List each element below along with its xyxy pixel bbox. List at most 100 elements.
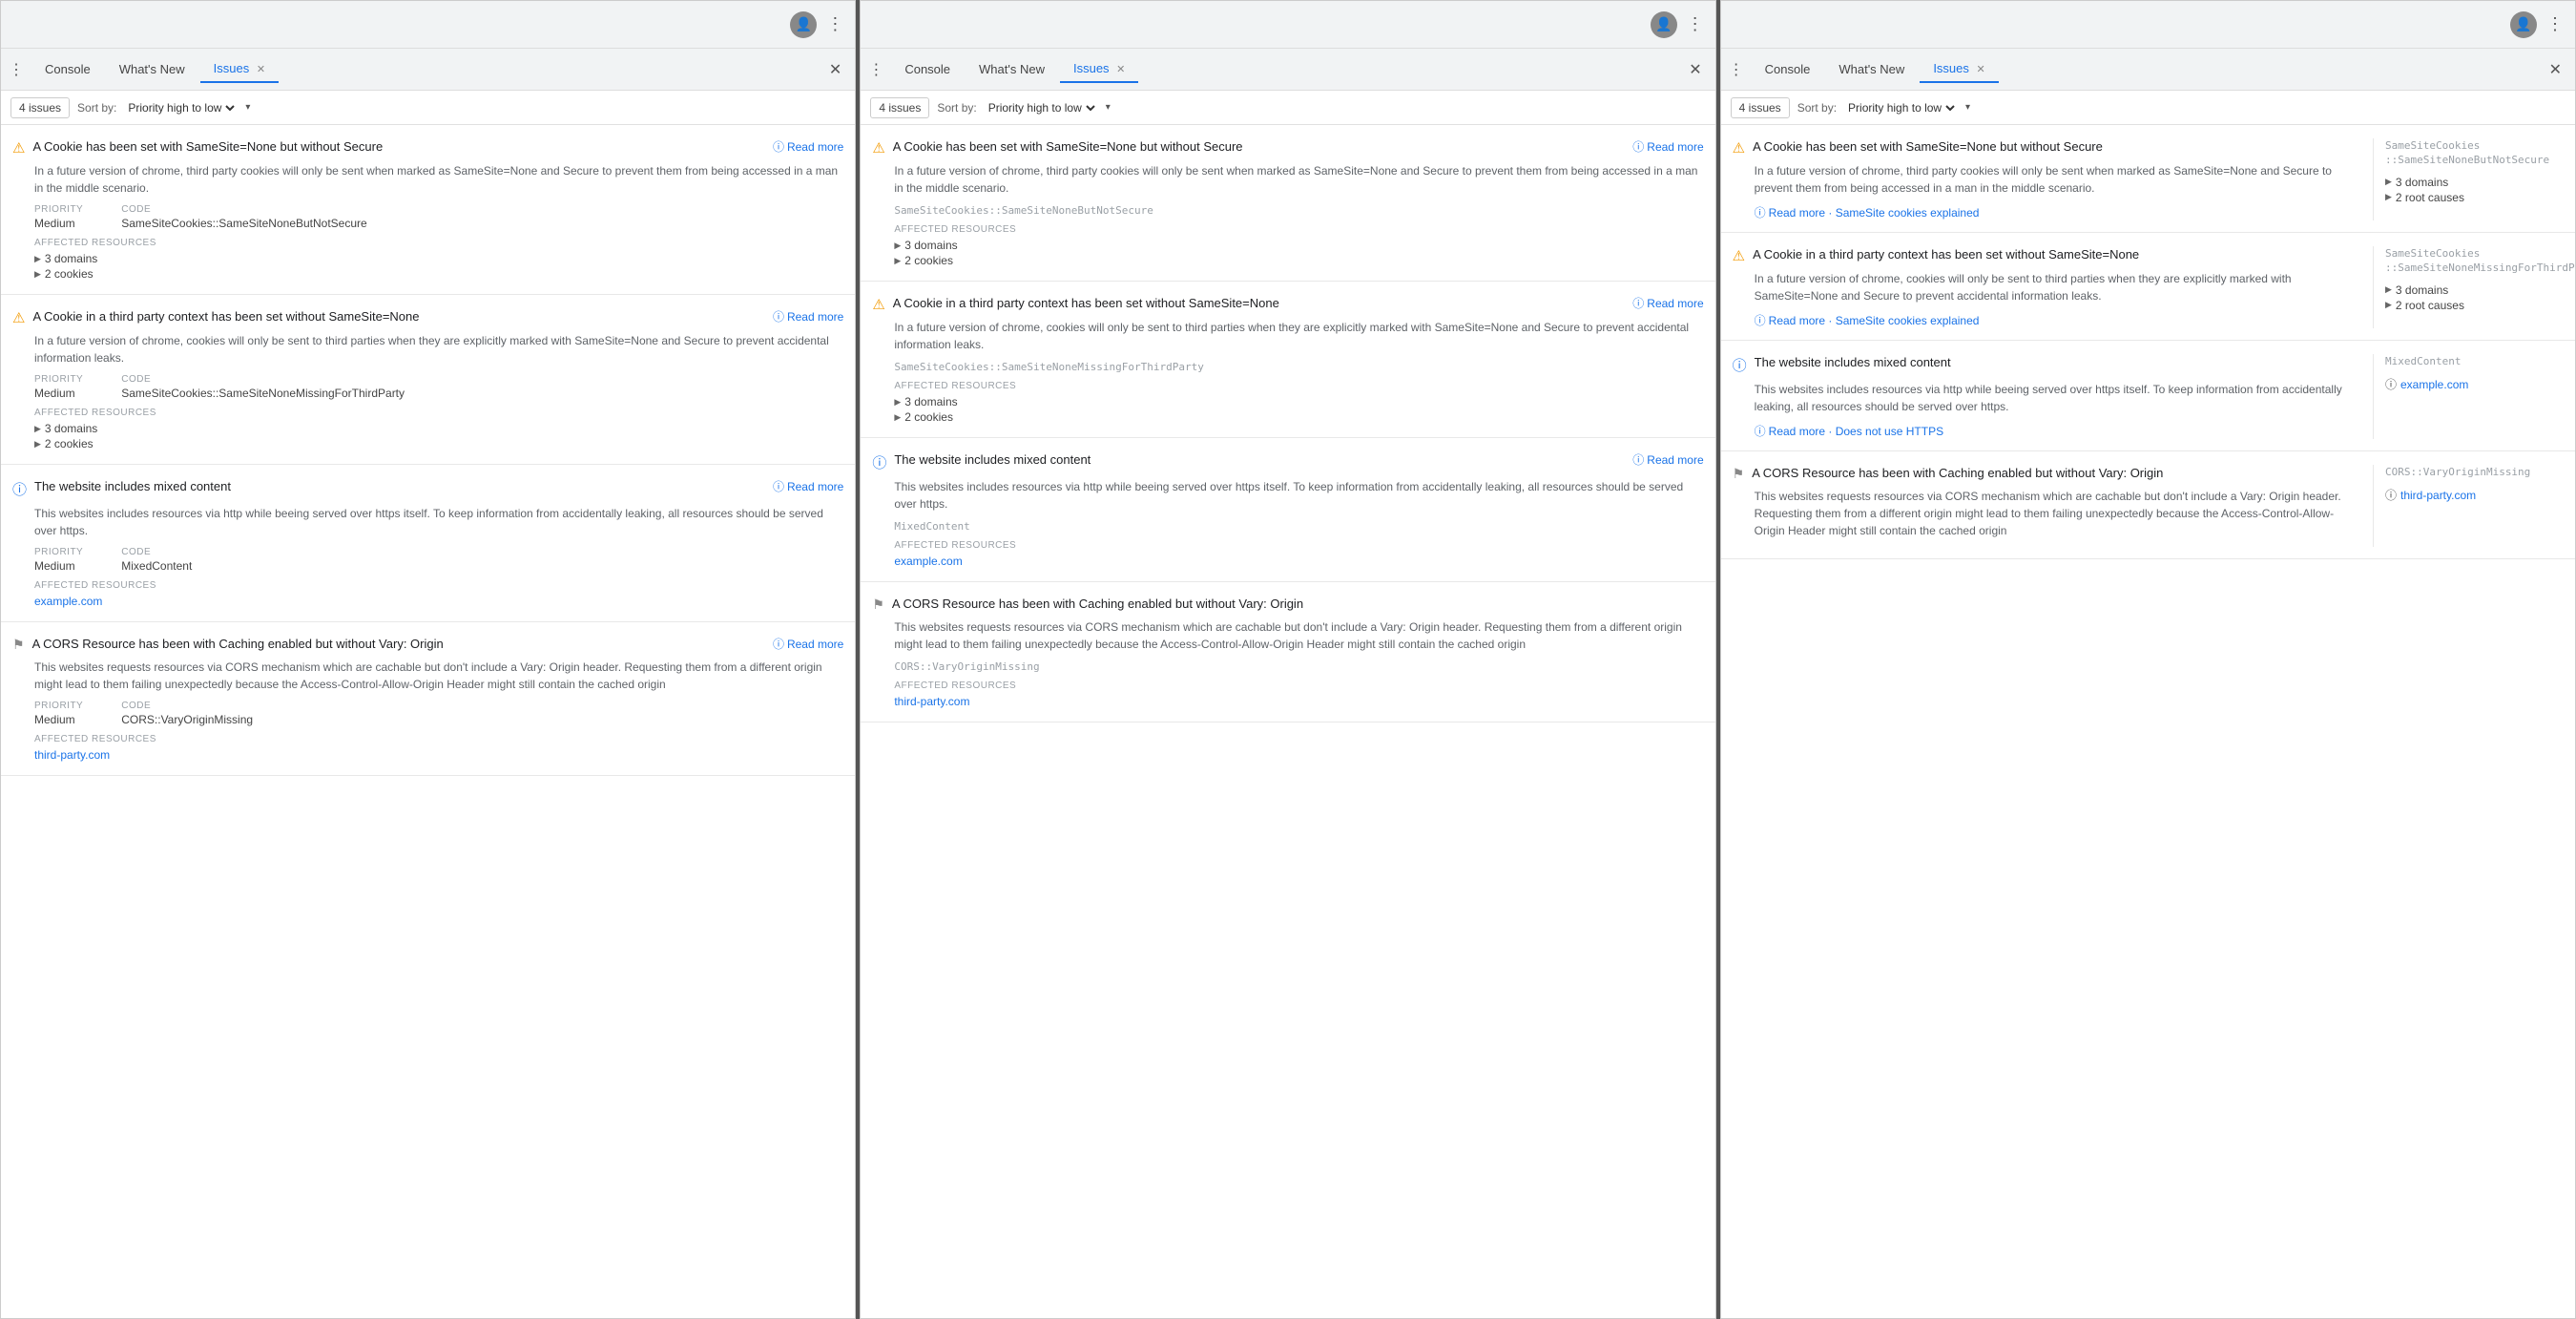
resource-third-2-4[interactable]: third-party.com — [894, 695, 1703, 708]
resource-domains-1-1[interactable]: ▶ 3 domains — [34, 252, 843, 265]
tab-whats-new-2[interactable]: What's New — [966, 56, 1058, 82]
flag-icon-2-4: ⚑ — [872, 597, 884, 613]
issue-item-2-2: ⚠ A Cookie in a third party context has … — [861, 282, 1714, 438]
issue-item-2-1: ⚠ A Cookie has been set with SameSite=No… — [861, 125, 1714, 282]
issue-title-3-1: A Cookie has been set with SameSite=None… — [1753, 138, 2361, 156]
sort-select-3[interactable]: Priority high to low — [1844, 100, 1958, 115]
tab-issues-1[interactable]: Issues ✕ — [200, 55, 279, 83]
code-label-1-4: CODE — [121, 701, 253, 711]
priority-label-1-3: PRIORITY — [34, 547, 83, 557]
info-icon-3-3: ⓘ — [1733, 355, 1747, 375]
issues-list-2: ⚠ A Cookie has been set with SameSite=No… — [861, 125, 1714, 1318]
issue-main-3-3: ⓘ The website includes mixed content Thi… — [1733, 354, 2373, 439]
resource-example-2-3[interactable]: example.com — [894, 555, 1703, 568]
read-more-1-3[interactable]: ⓘ Read more — [773, 478, 843, 494]
issue-item-3-3: ⓘ The website includes mixed content Thi… — [1721, 341, 2575, 451]
resource-example-1-3[interactable]: example.com — [34, 595, 843, 608]
code-value-1-4: CORS::VaryOriginMissing — [121, 713, 253, 726]
read-more-1-4[interactable]: ⓘ Read more — [773, 636, 843, 652]
sort-select-1[interactable]: Priority high to low — [124, 100, 238, 115]
read-more-2-1[interactable]: ⓘ Read more — [1632, 138, 1703, 155]
read-more-icon-3-2: ⓘ — [1755, 312, 1766, 328]
sidebar-stat-3-2-causes[interactable]: ▶ 2 root causes — [2385, 299, 2564, 312]
sort-chevron-1: ▾ — [245, 102, 250, 113]
read-more-1-2[interactable]: ⓘ Read more — [773, 308, 843, 325]
devtools-dots-3[interactable]: ⋮ — [1729, 60, 1744, 79]
issue-title-2-4: A CORS Resource has been with Caching en… — [892, 596, 1704, 613]
issue-desc-3-1: In a future version of chrome, third par… — [1755, 162, 2361, 197]
warning-icon-2-1: ⚠ — [872, 139, 884, 157]
affected-label-1-1: AFFECTED RESOURCES — [34, 238, 843, 248]
close-devtools-2[interactable]: ✕ — [1683, 56, 1707, 83]
tab-console-1[interactable]: Console — [31, 56, 104, 82]
issue-sidebar-3-1: SameSiteCookies::SameSiteNoneButNotSecur… — [2373, 138, 2564, 220]
priority-value-1-4: Medium — [34, 713, 83, 726]
code-label-1-3: CODE — [121, 547, 192, 557]
resource-cookies-2-2[interactable]: ▶ 2 cookies — [894, 410, 1703, 424]
resource-cookies-2-1[interactable]: ▶ 2 cookies — [894, 254, 1703, 267]
tab-close-2[interactable]: ✕ — [1116, 64, 1125, 75]
filter-bar-2: 4 issues Sort by: Priority high to low ▾ — [861, 91, 1714, 125]
issue-item-3-2: ⚠ A Cookie in a third party context has … — [1721, 233, 2575, 341]
read-more-icon-1-2: ⓘ — [773, 308, 784, 325]
resource-cookies-1-1[interactable]: ▶ 2 cookies — [34, 267, 843, 281]
issue-desc-2-3: This websites includes resources via htt… — [894, 478, 1703, 513]
sort-select-2[interactable]: Priority high to low — [985, 100, 1098, 115]
sidebar-link-3-3-example[interactable]: ⓘ example.com — [2385, 376, 2564, 392]
sidebar-stat-3-2-domains[interactable]: ▶ 3 domains — [2385, 283, 2564, 297]
read-more-2-2[interactable]: ⓘ Read more — [1632, 295, 1703, 311]
resource-domains-1-2[interactable]: ▶ 3 domains — [34, 422, 843, 435]
issue-item-1-1: ⚠ A Cookie has been set with SameSite=No… — [1, 125, 855, 295]
resource-third-1-4[interactable]: third-party.com — [34, 748, 843, 762]
dots-menu-3[interactable]: ⋮ — [2546, 14, 2564, 34]
sidebar-stat-3-1-domains[interactable]: ▶ 3 domains — [2385, 176, 2564, 189]
affected-label-2-2: AFFECTED RESOURCES — [894, 381, 1703, 391]
issue-title-2-1: A Cookie has been set with SameSite=None… — [893, 138, 1625, 156]
issue-desc-1-4: This websites requests resources via COR… — [34, 659, 843, 693]
tab-whats-new-1[interactable]: What's New — [106, 56, 198, 82]
resource-domains-2-1[interactable]: ▶ 3 domains — [894, 239, 1703, 252]
warning-icon-3-2: ⚠ — [1733, 247, 1745, 264]
warning-icon-2-2: ⚠ — [872, 296, 884, 313]
issue-meta-1-1: PRIORITY Medium CODE SameSiteCookies::Sa… — [34, 204, 843, 230]
tab-whats-new-3[interactable]: What's New — [1825, 56, 1918, 82]
issue-item-3-1: ⚠ A Cookie has been set with SameSite=No… — [1721, 125, 2575, 233]
resource-domains-2-2[interactable]: ▶ 3 domains — [894, 395, 1703, 408]
dots-menu-1[interactable]: ⋮ — [826, 14, 843, 34]
read-more-icon-1-1: ⓘ — [773, 138, 784, 155]
read-more-icon-2-3: ⓘ — [1632, 451, 1644, 468]
tab-issues-3[interactable]: Issues ✕ — [1920, 55, 1998, 83]
sidebar-stat-3-1-causes[interactable]: ▶ 2 root causes — [2385, 191, 2564, 204]
sort-label-3: Sort by: — [1797, 101, 1837, 115]
issue-title-3-3: The website includes mixed content — [1755, 354, 2361, 371]
issues-list-1: ⚠ A Cookie has been set with SameSite=No… — [1, 125, 855, 1318]
tab-close-1[interactable]: ✕ — [257, 64, 265, 75]
affected-label-1-3: AFFECTED RESOURCES — [34, 580, 843, 591]
tab-issues-2[interactable]: Issues ✕ — [1060, 55, 1138, 83]
devtools-dots-2[interactable]: ⋮ — [868, 60, 883, 79]
close-devtools-1[interactable]: ✕ — [823, 56, 847, 83]
read-more-link-3-2[interactable]: ⓘ Read more · SameSite cookies explained — [1755, 312, 2361, 328]
read-more-1-1[interactable]: ⓘ Read more — [773, 138, 843, 155]
affected-label-1-4: AFFECTED RESOURCES — [34, 734, 843, 744]
read-more-icon-1-4: ⓘ — [773, 636, 784, 652]
issue-meta-1-4: PRIORITY Medium CODE CORS::VaryOriginMis… — [34, 701, 843, 726]
code-value-1-3: MixedContent — [121, 559, 192, 573]
sort-chevron-2: ▾ — [1106, 102, 1111, 113]
close-devtools-3[interactable]: ✕ — [2544, 56, 2567, 83]
tab-console-2[interactable]: Console — [891, 56, 964, 82]
devtools-dots-1[interactable]: ⋮ — [9, 60, 24, 79]
issue-code-2-4: CORS::VaryOriginMissing — [894, 660, 1703, 673]
tab-close-3[interactable]: ✕ — [1977, 64, 1985, 75]
priority-label-1-4: PRIORITY — [34, 701, 83, 711]
sidebar-link-3-4-third[interactable]: ⓘ third-party.com — [2385, 487, 2564, 503]
read-more-link-3-3[interactable]: ⓘ Read more · Does not use HTTPS — [1755, 423, 2361, 439]
read-more-link-3-1[interactable]: ⓘ Read more · SameSite cookies explained — [1755, 204, 2361, 220]
priority-value-1-2: Medium — [34, 387, 83, 400]
tab-console-3[interactable]: Console — [1752, 56, 1824, 82]
issue-desc-1-2: In a future version of chrome, cookies w… — [34, 332, 843, 366]
dots-menu-2[interactable]: ⋮ — [1687, 14, 1704, 34]
resource-cookies-1-2[interactable]: ▶ 2 cookies — [34, 437, 843, 450]
read-more-2-3[interactable]: ⓘ Read more — [1632, 451, 1703, 468]
issue-desc-3-4: This websites requests resources via COR… — [1755, 488, 2361, 539]
